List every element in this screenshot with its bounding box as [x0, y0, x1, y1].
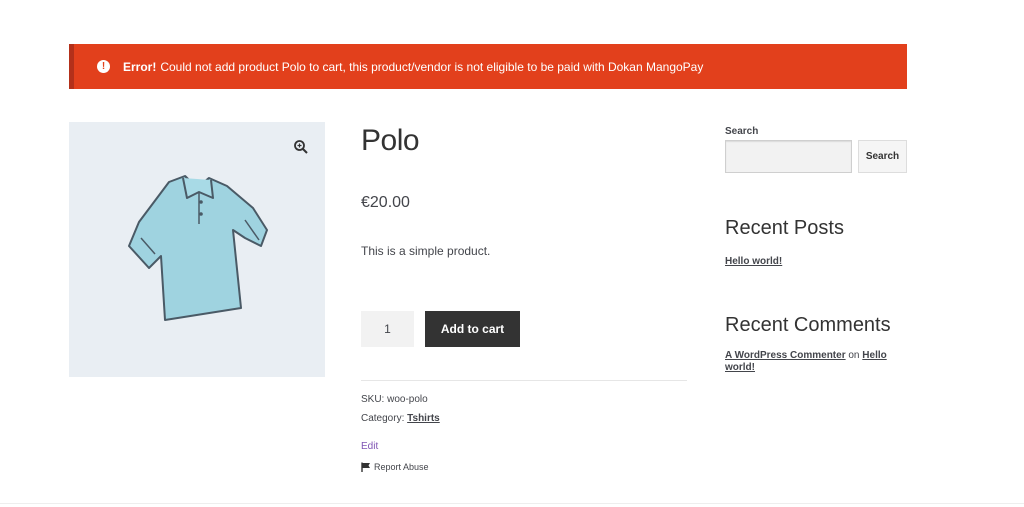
polo-shirt-image: [128, 175, 268, 321]
search-label: Search: [725, 126, 759, 137]
recent-comments-title: Recent Comments: [725, 314, 891, 336]
product-image[interactable]: [69, 122, 325, 377]
sku-value: woo-polo: [387, 394, 428, 405]
category-line: Category: Tshirts: [361, 413, 440, 424]
report-abuse-label: Report Abuse: [374, 462, 429, 472]
footer-divider: [0, 503, 1024, 504]
search-button[interactable]: Search: [858, 140, 907, 173]
product-title: Polo: [361, 124, 420, 157]
comment-on-text: on: [848, 350, 860, 361]
sku-line: SKU: woo-polo: [361, 394, 428, 405]
comment-author-link[interactable]: A WordPress Commenter: [725, 350, 846, 361]
flag-icon: [361, 462, 370, 472]
product-description: This is a simple product.: [361, 244, 491, 258]
product-price: €20.00: [361, 194, 410, 211]
search-input[interactable]: [725, 140, 852, 173]
report-abuse-link[interactable]: Report Abuse: [361, 462, 429, 472]
error-notice: ! Error! Could not add product Polo to c…: [69, 44, 907, 89]
category-link[interactable]: Tshirts: [407, 413, 440, 424]
sku-label: SKU:: [361, 394, 385, 405]
error-message: Could not add product Polo to cart, this…: [160, 59, 704, 74]
recent-posts-title: Recent Posts: [725, 217, 844, 239]
add-to-cart-button[interactable]: Add to cart: [425, 311, 520, 347]
divider: [361, 380, 687, 381]
recent-comment-item: A WordPress Commenter on Hello world!: [725, 350, 905, 374]
error-label: Error!: [123, 59, 157, 74]
exclamation-circle-icon: !: [97, 60, 110, 73]
quantity-input[interactable]: [361, 311, 414, 347]
edit-link[interactable]: Edit: [361, 441, 378, 452]
recent-post-link[interactable]: Hello world!: [725, 256, 782, 267]
zoom-icon[interactable]: [293, 139, 309, 155]
category-label: Category:: [361, 413, 405, 424]
